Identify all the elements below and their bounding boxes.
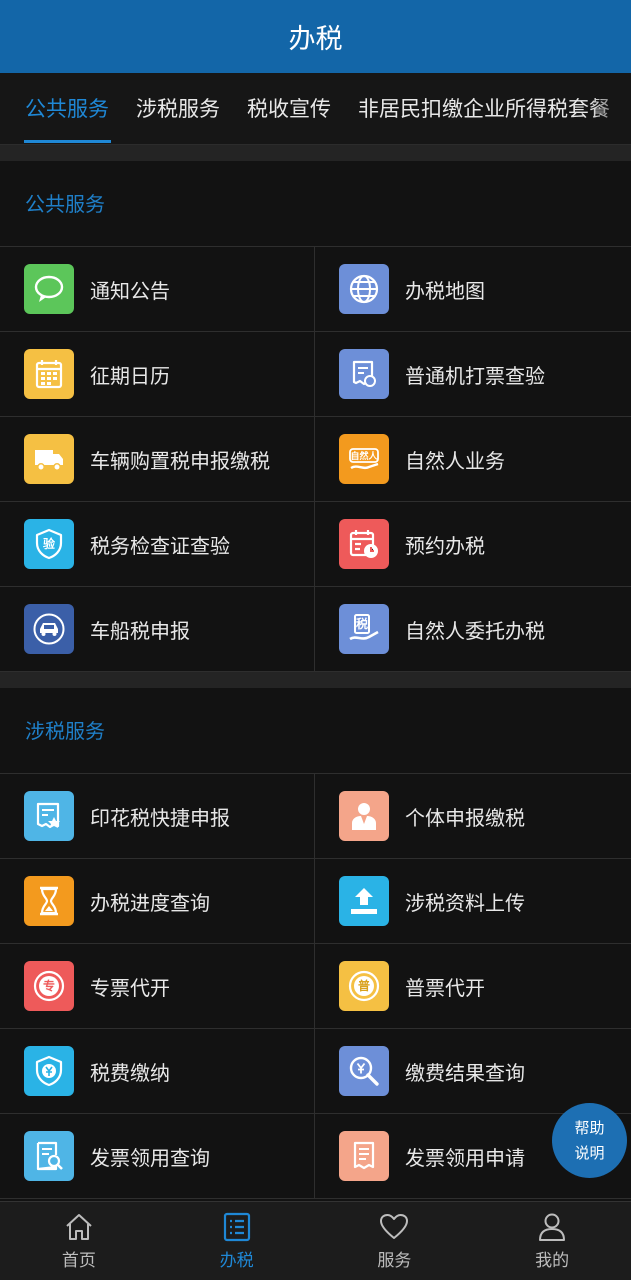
service-item[interactable]: 税 自然人委托办税 — [315, 587, 631, 672]
service-item[interactable]: 办税进度查询 — [0, 859, 315, 944]
service-item-label: 发票领用申请 — [405, 1145, 525, 1170]
person-tie-icon — [339, 791, 389, 841]
service-item[interactable]: 普通机打票查验 — [315, 332, 631, 417]
section-tax-service: 涉税服务 印花税快捷申报 个体申报缴税办税进度查询 涉税资料上传专 专票代开 普 普票代开… — [0, 688, 631, 1199]
section-divider — [0, 145, 631, 161]
service-item[interactable]: 验 税务检查证查验 — [0, 502, 315, 587]
svg-text:税: 税 — [356, 616, 368, 631]
service-grid: 印花税快捷申报 个体申报缴税办税进度查询 涉税资料上传专 专票代开 普 普票代开税费缴纳 缴… — [0, 774, 631, 1199]
service-item-label: 征期日历 — [90, 363, 170, 388]
service-item[interactable]: 发票领用查询 — [0, 1114, 315, 1199]
yuan-shield-icon — [24, 1046, 74, 1096]
car-icon — [24, 604, 74, 654]
service-item-label: 预约办税 — [405, 533, 485, 558]
service-item-label: 通知公告 — [90, 278, 170, 303]
app-header: 办税 — [0, 0, 631, 73]
tab-tax-service[interactable]: 涉税服务 — [136, 73, 220, 144]
service-item-label: 普通机打票查验 — [405, 363, 545, 388]
active-tab-indicator — [24, 140, 111, 143]
svg-text:普: 普 — [358, 978, 370, 993]
service-item[interactable]: 税费缴纳 — [0, 1029, 315, 1114]
tab-nonresident-package[interactable]: 非居民扣缴企业所得税套餐 — [358, 73, 610, 144]
svg-text:验: 验 — [43, 536, 56, 551]
shield-icon: 验 — [24, 519, 74, 569]
help-label-line2: 说明 — [574, 1143, 605, 1162]
service-item[interactable]: 涉税资料上传 — [315, 859, 631, 944]
service-item[interactable]: 通知公告 — [0, 247, 315, 332]
person-hand-icon: 自然人 — [339, 434, 389, 484]
service-item-label: 税费缴纳 — [90, 1060, 170, 1085]
stamp-document-icon — [24, 791, 74, 841]
service-item[interactable]: 专 专票代开 — [0, 944, 315, 1029]
service-item-label: 个体申报缴税 — [405, 805, 525, 830]
special-invoice-icon: 专 — [24, 961, 74, 1011]
service-item-label: 涉税资料上传 — [405, 890, 525, 915]
svg-text:自然人: 自然人 — [350, 450, 378, 462]
service-item[interactable]: 预约办税 — [315, 502, 631, 587]
truck-icon — [24, 434, 74, 484]
service-item[interactable]: 缴费结果查询 — [315, 1029, 631, 1114]
nav-label: 我的 — [535, 1251, 570, 1271]
section-title: 涉税服务 — [0, 688, 631, 774]
globe-icon — [339, 264, 389, 314]
chat-bubble-icon — [24, 264, 74, 314]
home-icon — [66, 1214, 92, 1240]
section-public-service: 公共服务 通知公告 办税地图征期日历 普通机打票查验车辆购置税申报缴税 自然人 自然人业… — [0, 161, 631, 672]
service-item-label: 车船税申报 — [90, 618, 190, 643]
help-label-line1: 帮助 — [574, 1118, 605, 1137]
service-item-label: 自然人委托办税 — [405, 618, 545, 643]
service-item[interactable]: 征期日历 — [0, 332, 315, 417]
heart-icon — [380, 1214, 409, 1239]
section-title: 公共服务 — [0, 161, 631, 247]
bottom-nav: 首页 办税 服务 我的 — [0, 1201, 631, 1280]
service-item[interactable]: 印花税快捷申报 — [0, 774, 315, 859]
service-item[interactable]: 个体申报缴税 — [315, 774, 631, 859]
general-invoice-icon: 普 — [339, 961, 389, 1011]
service-item[interactable]: 车船税申报 — [0, 587, 315, 672]
upload-icon — [339, 876, 389, 926]
nav-service[interactable]: 服务 — [316, 1202, 474, 1280]
invoice-search-icon — [24, 1131, 74, 1181]
tab-public-service[interactable]: 公共服务 — [25, 73, 109, 144]
invoice-apply-icon — [339, 1131, 389, 1181]
calendar-clock-icon — [339, 519, 389, 569]
service-grid: 通知公告 办税地图征期日历 普通机打票查验车辆购置税申报缴税 自然人 自然人业务验 税务检… — [0, 247, 631, 672]
nav-label: 办税 — [219, 1251, 254, 1271]
service-item-label: 自然人业务 — [405, 448, 505, 473]
tab-scroll-fade — [591, 73, 631, 143]
service-item-label: 专票代开 — [90, 975, 170, 1000]
svg-text:专: 专 — [43, 978, 55, 993]
nav-label: 服务 — [377, 1251, 412, 1271]
service-item-label: 车辆购置税申报缴税 — [90, 448, 270, 473]
nav-mine[interactable]: 我的 — [473, 1202, 631, 1280]
service-item-label: 办税进度查询 — [90, 890, 210, 915]
hourglass-icon — [24, 876, 74, 926]
service-item-label: 办税地图 — [405, 278, 485, 303]
help-button[interactable]: 帮助 说明 — [552, 1103, 627, 1178]
section-divider — [0, 672, 631, 688]
service-item-label: 缴费结果查询 — [405, 1060, 525, 1085]
service-item-label: 税务检查证查验 — [90, 533, 230, 558]
service-item[interactable]: 车辆购置税申报缴税 — [0, 417, 315, 502]
service-item[interactable]: 普 普票代开 — [315, 944, 631, 1029]
service-item[interactable]: 自然人 自然人业务 — [315, 417, 631, 502]
nav-label: 首页 — [61, 1251, 96, 1271]
nav-tax[interactable]: 办税 — [158, 1202, 316, 1280]
service-item[interactable]: 办税地图 — [315, 247, 631, 332]
service-item-label: 发票领用查询 — [90, 1145, 210, 1170]
tab-bar: 公共服务 涉税服务 税收宣传 非居民扣缴企业所得税套餐 — [0, 73, 631, 145]
receipt-check-icon — [339, 349, 389, 399]
hand-document-icon: 税 — [339, 604, 389, 654]
nav-home[interactable]: 首页 — [0, 1202, 158, 1280]
service-item-label: 普票代开 — [405, 975, 485, 1000]
page-title: 办税 — [288, 24, 343, 55]
tab-tax-publicity[interactable]: 税收宣传 — [247, 73, 331, 144]
service-item-label: 印花税快捷申报 — [90, 805, 230, 830]
yuan-search-icon — [339, 1046, 389, 1096]
user-icon — [539, 1213, 566, 1241]
calendar-icon — [24, 349, 74, 399]
list-icon — [223, 1212, 250, 1242]
